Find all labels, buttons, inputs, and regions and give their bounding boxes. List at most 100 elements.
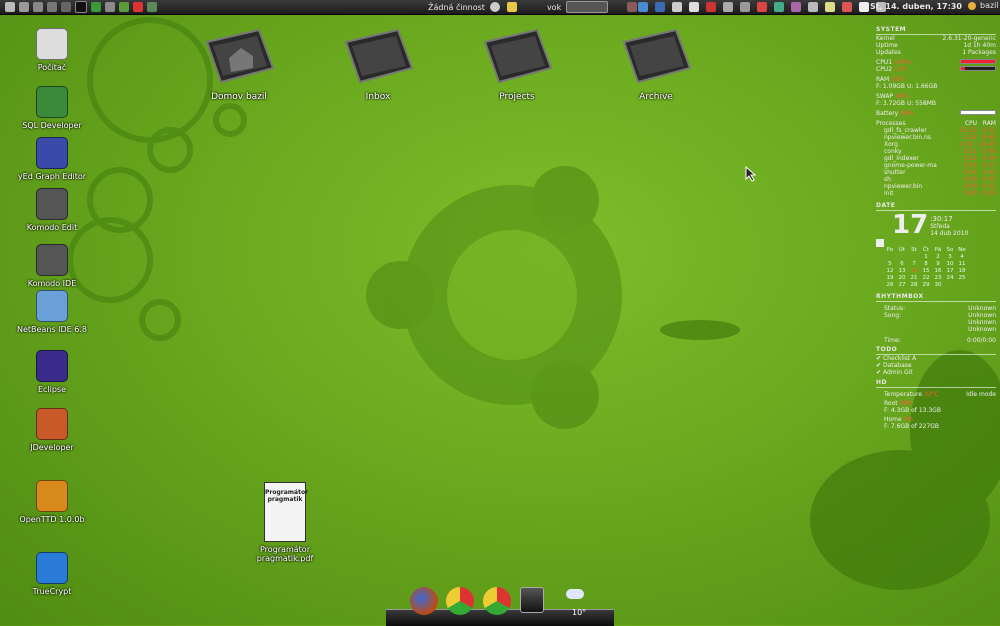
archive-folder-icon [622,28,692,84]
calendar-day: 27 [898,282,906,288]
user-menu[interactable]: bazil [966,1,999,10]
pdf-file[interactable]: Programátor pragmatik Programátor pragma… [243,482,327,563]
process-name: shutter [884,169,906,176]
hd-root-label: Root [884,400,898,407]
hd-home-detail: F: 7.6GB of 227GB [884,423,940,430]
folder-label: Inbox [365,92,391,102]
hd-temp-label: Temperature [884,391,923,398]
chrome-window-button[interactable] [566,1,609,13]
calendar-day: 23 [934,275,942,281]
check-icon: ✔ [876,362,882,369]
user-icon[interactable] [19,2,29,12]
volume-icon[interactable] [723,2,733,12]
chat-icon[interactable] [506,2,517,12]
openttd-icon [36,480,68,512]
folder-domov[interactable]: Domov bazil [189,24,289,102]
mail-icon[interactable] [689,2,699,12]
window-icon[interactable] [147,2,157,12]
process-row: sh 0.00 0.02 [876,176,996,183]
desktop-icon-eclipse[interactable]: Eclipse [10,350,94,394]
clock[interactable]: St, 14. duben, 17:30 [870,2,962,11]
weather-icon[interactable] [566,589,584,599]
process-cpu: 0.51 [963,162,977,169]
camera-icon[interactable] [61,2,71,12]
terminal-icon[interactable] [75,1,87,13]
battery-bar [960,110,996,115]
process-ram: 0.02 [982,183,996,190]
hd-home-pct: 3% [903,416,914,423]
home-icon[interactable] [33,2,43,12]
ubuntu-menu-icon[interactable] [5,2,15,12]
process-ram: 12.45 [978,141,996,148]
update-icon[interactable] [757,2,767,12]
process-row: gdl_indexer 0.51 0.34 [876,155,996,162]
signal-icon[interactable] [740,2,750,12]
calendar-day: 29 [922,282,930,288]
bluetooth-icon[interactable] [655,2,665,12]
chrome-tray-icon[interactable] [774,2,784,12]
process-name: init [884,190,894,197]
projects-folder-icon [483,28,553,84]
desktop-icon-label: OpenTTD 1.0.0b [19,515,85,524]
calendar-day: 19 [886,275,894,281]
window-label[interactable]: vok [547,3,561,12]
hd-home-label: Home [884,416,902,423]
desktop-icon-netbeans[interactable]: NetBeans IDE 6.8 [10,290,94,334]
image-icon[interactable] [825,2,835,12]
ram-detail: F: 1.09GB U: 1.66GB [876,83,938,90]
desktop-icon-sql-developer[interactable]: SQL Developer [10,86,94,130]
folder-label: Archive [639,92,673,102]
desktop-icon-jdeveloper[interactable]: JDeveloper [10,408,94,452]
proc-ram-header: RAM [982,120,996,127]
calendar-head: Ne [958,247,966,253]
network-icon[interactable] [638,2,648,12]
folder-inbox[interactable]: Inbox [328,24,428,102]
process-row: gdl_fs_crawler 51.52 2.53 [876,127,996,134]
pdf-label-1: Programátor [260,545,310,554]
calendar-day: 1 [924,254,928,260]
download-icon[interactable] [672,2,682,12]
todo-item: ✔ Admin Git [876,369,996,376]
map-icon[interactable] [91,2,101,12]
process-row: npviewer.bin 0.00 0.02 [876,183,996,190]
folder-archive[interactable]: Archive [606,24,706,102]
settings-icon[interactable] [489,2,500,12]
desktop-icon-openttd[interactable]: OpenTTD 1.0.0b [10,480,94,524]
folder-icon[interactable] [47,2,57,12]
process-row: conky 0.51 0.09 [876,148,996,155]
calendar-day: 7 [912,261,916,267]
check-icon: ✔ [876,369,882,376]
desktop-icon-komodo-edit[interactable]: Komodo Edit [10,188,94,232]
desktop-icon-komodo-ide[interactable]: Komodo IDE [10,244,94,288]
calendar-day: 13 [898,268,906,274]
chrome-icon[interactable] [483,587,511,615]
pdf-label-2: pragmatik.pdf [256,554,314,563]
activity-label: Žádná činnost [428,2,485,12]
terminal-icon[interactable] [520,587,544,613]
process-row: Xorg 1.01 12.45 [876,141,996,148]
folder-projects[interactable]: Projects [467,24,567,102]
process-cpu: 51.52 [959,127,977,134]
desktop-icon-yed[interactable]: yEd Graph Editor [10,137,94,181]
bookmark-icon[interactable] [791,2,801,12]
tools-icon[interactable] [105,2,115,12]
calendar-day [956,282,968,289]
torrent-icon[interactable] [706,2,716,12]
desktop-icon-truecrypt[interactable]: TrueCrypt [10,552,94,596]
display-icon[interactable] [808,2,818,12]
app-icon[interactable] [119,2,129,12]
process-list: gdl_fs_crawler 51.52 2.53 npviewer.bin.ns 2… [876,127,996,197]
calendar-day: 21 [910,275,918,281]
battery-label: Battery [876,110,899,117]
messenger-icon[interactable] [842,2,852,12]
process-cpu: 0.51 [963,148,977,155]
close-app-icon[interactable] [133,2,143,12]
process-name: gdl_fs_crawler [884,127,927,134]
chromium-icon[interactable] [446,587,474,615]
power-icon[interactable] [859,2,869,12]
desktop-icon-computer[interactable]: Počítač [10,28,94,72]
uptime-label: Uptime [876,42,898,49]
firefox-icon[interactable] [410,587,438,615]
calendar-day: 10 [946,261,954,267]
process-cpu: 0.00 [963,190,977,197]
